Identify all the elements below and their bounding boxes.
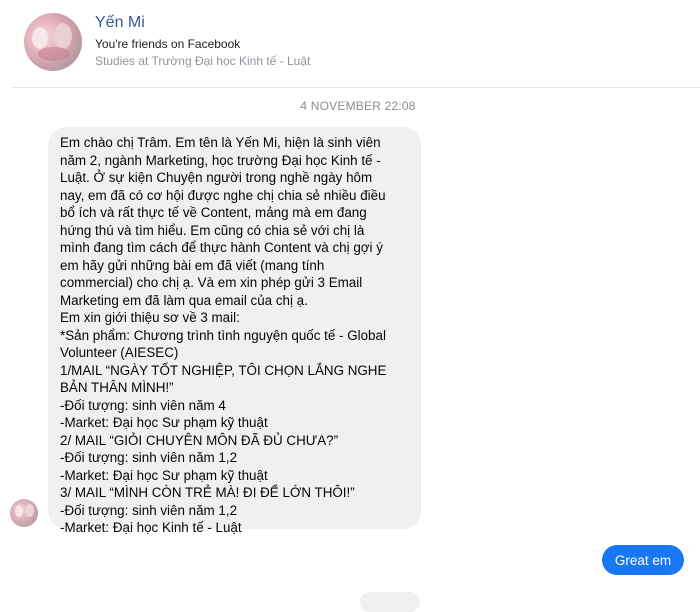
header-divider [12, 87, 700, 88]
conversation-header: Yến Mi You're friends on Facebook Studie… [0, 0, 700, 86]
message-line: Volunteer (AIESEC) [60, 345, 179, 360]
message-line: nay, em đã có cơ hội được nghe chị chia … [60, 187, 386, 203]
friends-status-text: You're friends on Facebook [95, 37, 241, 51]
message-line: 1/MAIL “NGÀY TỐT NGHIỆP, TÔI CHỌN LẮNG N… [60, 362, 387, 378]
message-line: Em chào chị Trâm. Em tên là Yến Mi, hiện… [60, 135, 381, 150]
message-line: Em xin giới thiệu sơ về 3 mail: [60, 310, 240, 325]
message-line: -Market: Đại học Sư phạm kỹ thuật [60, 415, 268, 430]
outgoing-message-bubble[interactable]: Great em [602, 545, 684, 575]
incoming-message-bubble[interactable]: Em chào chị Trâm. Em tên là Yến Mi, hiện… [48, 127, 421, 535]
message-line: hứng thú và tìm hiểu. Em cũng có chia sẻ… [60, 222, 365, 238]
message-line: em hãy gửi những bài em đã viết (mang tí… [60, 257, 325, 273]
sender-avatar[interactable] [10, 499, 38, 527]
message-line: Marketing em đã làm qua email của chị ạ. [60, 292, 308, 308]
message-line: 2/ MAIL “GIỎI CHUYÊN MÔN ĐÃ ĐỦ CHƯA?” [60, 432, 339, 448]
education-text: Studies at Trường Đại học Kinh tế - Luật [95, 54, 311, 68]
message-line: BẢN THÂN MÌNH!” [60, 380, 174, 395]
message-line: Luật. Ở sự kiện Chuyện người trong nghề … [60, 170, 373, 185]
message-line: *Sản phẩm: Chương trình tình nguyện quốc… [60, 327, 386, 343]
message-line: -Đối tượng: sinh viên năm 4 [60, 397, 226, 413]
message-line: bổ ích và rất thực tế về Content, mảng m… [60, 205, 367, 220]
partial-message-bubble [360, 592, 420, 612]
message-line: -Đối tượng: sinh viên năm 1,2 [60, 450, 238, 465]
message-line: -Market: Đại học Sư phạm kỹ thuật [60, 467, 268, 483]
message-line: 3/ MAIL “MÌNH CÒN TRẺ MÀ! ĐI ĐỂ LỚN THÔI… [60, 485, 355, 500]
profile-avatar[interactable] [24, 13, 82, 71]
profile-name-link[interactable]: Yến Mi [95, 14, 145, 32]
message-line: -Đối tượng: sinh viên năm 1,2 [60, 502, 238, 518]
message-line: -Market: Đại học Kinh tế - Luật [60, 520, 242, 535]
message-line: mình đang tìm cách để thực hành Content … [60, 240, 383, 255]
message-line: năm 2, ngành Marketing, học trường Đại h… [60, 152, 381, 168]
message-line: commercial) cho chị ạ. Và em xin phép gử… [60, 275, 363, 290]
message-timestamp: 4 NOVEMBER 22:08 [300, 99, 416, 113]
